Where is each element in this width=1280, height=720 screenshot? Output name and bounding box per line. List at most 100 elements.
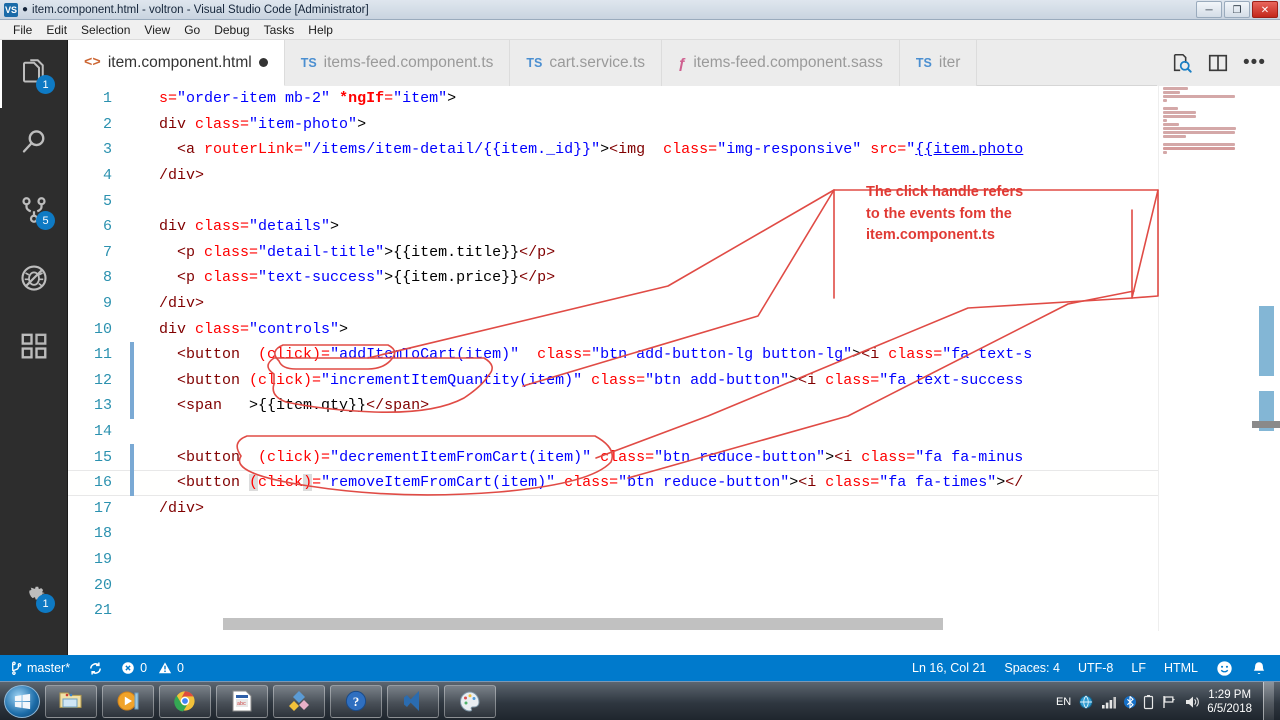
error-count: 0 xyxy=(140,661,148,675)
status-eol[interactable]: LF xyxy=(1122,655,1155,681)
code-token: <p xyxy=(177,243,205,261)
tray-language[interactable]: EN xyxy=(1056,696,1071,708)
extensions-icon xyxy=(21,333,47,359)
activity-item-settings[interactable]: 1 xyxy=(0,559,68,627)
network-icon[interactable] xyxy=(1078,694,1094,710)
activity-item-search[interactable] xyxy=(0,108,68,176)
close-button[interactable]: ✕ xyxy=(1252,1,1278,18)
editor-tab-1[interactable]: TS items-feed.component.ts xyxy=(284,40,511,86)
show-desktop-button[interactable] xyxy=(1263,682,1274,720)
code-token: <button xyxy=(177,346,250,364)
code-line[interactable]: 3 <a routerLink="/items/item-detail/{{it… xyxy=(68,137,1158,163)
status-indentation[interactable]: Spaces: 4 xyxy=(995,655,1069,681)
activity-item-explorer[interactable]: 1 xyxy=(0,40,68,108)
html-icon: <> xyxy=(84,54,101,71)
minimap-line xyxy=(1163,127,1236,130)
tab-dirty-indicator[interactable] xyxy=(258,58,268,67)
menu-item-go[interactable]: Go xyxy=(177,22,207,38)
status-language-mode[interactable]: HTML xyxy=(1155,655,1207,681)
editor-scrollbar-vertical[interactable] xyxy=(1252,86,1280,631)
taskbar-item-paint-shapes[interactable] xyxy=(273,684,325,718)
code-line[interactable]: 15 <button (click)="decrementItemFromCar… xyxy=(68,444,1158,470)
menu-item-tasks[interactable]: Tasks xyxy=(257,22,302,38)
minimap-line xyxy=(1163,87,1188,90)
status-encoding[interactable]: UTF-8 xyxy=(1069,655,1122,681)
code-line[interactable]: 18 xyxy=(68,521,1158,547)
code-token: "item-photo" xyxy=(249,115,358,133)
line-number: 12 xyxy=(93,371,112,389)
editor-tab-2[interactable]: TS cart.service.ts xyxy=(510,40,662,86)
hscrollbar-thumb[interactable] xyxy=(223,618,943,630)
code-text: <p class="detail-title">{{item.title}}</… xyxy=(134,244,555,261)
open-changes-icon[interactable] xyxy=(1171,52,1193,74)
code-token: "btn reduce-button" xyxy=(654,448,826,466)
battery-icon[interactable] xyxy=(1143,694,1154,710)
code-line[interactable]: 9/div> xyxy=(68,291,1158,317)
taskbar-item-file-explorer[interactable] xyxy=(45,684,97,718)
code-line[interactable]: 16 <button (click)="removeItemFromCart(i… xyxy=(68,469,1158,496)
minimize-button[interactable]: ─ xyxy=(1196,1,1222,18)
start-button[interactable] xyxy=(4,684,40,718)
status-feedback[interactable] xyxy=(1207,655,1242,681)
menu-item-help[interactable]: Help xyxy=(301,22,340,38)
smiley-icon xyxy=(1217,660,1232,676)
scrollbar-thumb[interactable] xyxy=(1252,421,1280,428)
code-token: class= xyxy=(195,115,250,133)
editor-tab-3[interactable]: ƒ items-feed.component.sass xyxy=(662,40,900,86)
tray-clock[interactable]: 1:29 PM 6/5/2018 xyxy=(1207,688,1252,716)
maximize-button[interactable]: ❐ xyxy=(1224,1,1250,18)
menu-item-file[interactable]: File xyxy=(6,22,39,38)
code-line[interactable]: 2 div class="item-photo"> xyxy=(68,112,1158,138)
activity-item-debug[interactable] xyxy=(0,244,68,312)
taskbar-item-visual-studio-code[interactable] xyxy=(387,684,439,718)
taskbar-item-media-player[interactable] xyxy=(102,684,154,718)
warning-count: 0 xyxy=(177,661,184,675)
activity-item-source-control[interactable]: 5 xyxy=(0,176,68,244)
status-notifications[interactable] xyxy=(1242,655,1276,681)
code-line[interactable]: 20 xyxy=(68,572,1158,598)
menu-item-view[interactable]: View xyxy=(137,22,177,38)
more-actions-icon[interactable]: ••• xyxy=(1243,52,1266,74)
flag-icon[interactable] xyxy=(1161,694,1177,710)
tab-label: items-feed.component.ts xyxy=(323,54,494,71)
code-line[interactable]: 13 <span >{{item.qty}}</span> xyxy=(68,393,1158,419)
bluetooth-icon[interactable] xyxy=(1124,694,1137,710)
status-sync[interactable] xyxy=(79,655,112,681)
editor-scrollbar-horizontal[interactable] xyxy=(68,617,1158,631)
code-line[interactable]: 1 s="order-item mb-2" *ngIf="item"> xyxy=(68,86,1158,112)
status-branch[interactable]: master* xyxy=(0,655,79,681)
editor-tab-0[interactable]: <> item.component.html xyxy=(68,40,285,86)
code-token: " xyxy=(906,141,916,159)
activity-item-extensions[interactable] xyxy=(0,312,68,380)
status-problems[interactable]: 0 0 xyxy=(112,655,193,681)
menu-item-selection[interactable]: Selection xyxy=(74,22,137,38)
code-content[interactable]: 1 s="order-item mb-2" *ngIf="item"> 2 div c… xyxy=(68,86,1158,631)
git-branch-icon xyxy=(12,661,22,675)
code-line[interactable]: 11 <button (click)="addItemToCart(item)"… xyxy=(68,341,1158,368)
code-line[interactable]: 8 <p class="text-success">{{item.price}}… xyxy=(68,265,1158,291)
volume-icon[interactable] xyxy=(1184,694,1200,710)
signal-icon[interactable] xyxy=(1101,695,1117,709)
code-line[interactable]: 17/div> xyxy=(68,496,1158,522)
split-editor-icon[interactable] xyxy=(1207,52,1229,74)
taskbar-item-document[interactable]: abc xyxy=(216,684,268,718)
line-number: 3 xyxy=(102,141,112,159)
code-line[interactable]: 12 <button (click)="incrementItemQuantit… xyxy=(68,367,1158,394)
status-cursor-position[interactable]: Ln 16, Col 21 xyxy=(903,655,995,681)
code-token: div xyxy=(159,115,196,133)
editor-tab-4[interactable]: TS iter xyxy=(899,40,978,86)
taskbar-item-google-chrome[interactable] xyxy=(159,684,211,718)
code-token: <i xyxy=(861,346,889,364)
menu-item-debug[interactable]: Debug xyxy=(207,22,256,38)
code-token: > xyxy=(789,474,799,492)
menu-item-edit[interactable]: Edit xyxy=(39,22,74,38)
code-line[interactable]: 10 div class="controls"> xyxy=(68,316,1158,342)
code-line[interactable]: 14 xyxy=(68,419,1158,445)
code-line[interactable]: 19 xyxy=(68,547,1158,573)
minimap[interactable] xyxy=(1158,86,1252,631)
taskbar-item-paint[interactable] xyxy=(444,684,496,718)
taskbar-item-help[interactable]: ? xyxy=(330,684,382,718)
